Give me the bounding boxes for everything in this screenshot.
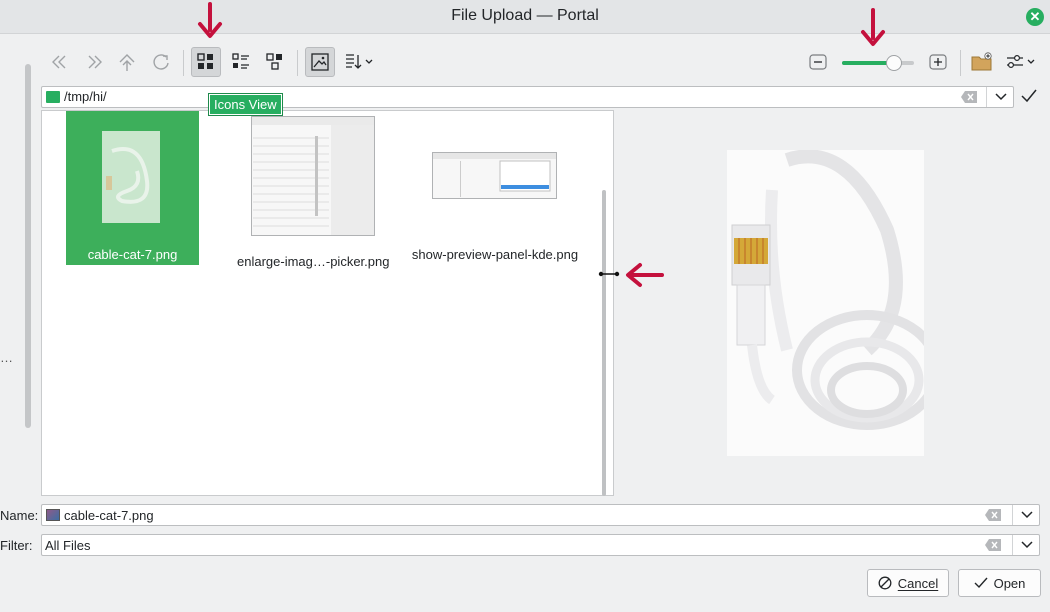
checkmark-icon [1021, 89, 1037, 103]
chevron-down-icon [1020, 541, 1033, 549]
window-title: File Upload — Portal [451, 7, 599, 24]
file-item[interactable]: show-preview-panel-kde.png [410, 111, 580, 271]
toolbar-separator [297, 50, 298, 76]
icons-view-tooltip: Icons View [208, 93, 283, 116]
resize-handle-icon[interactable] [598, 267, 620, 281]
zoom-in-icon [929, 54, 947, 70]
sort-icon [346, 54, 373, 69]
filter-select[interactable]: All Files [41, 534, 1040, 556]
cancel-button[interactable]: Cancel [867, 569, 949, 597]
confirm-location-button[interactable] [1016, 84, 1042, 108]
filter-dropdown[interactable] [1012, 535, 1040, 555]
location-history-dropdown[interactable] [986, 87, 1014, 107]
file-item[interactable]: cable-cat-7.png [66, 111, 199, 265]
annotation-arrow-down-icon [198, 2, 222, 38]
options-icon [1007, 54, 1035, 69]
file-name: enlarge-imag…-picker.png [237, 254, 390, 269]
title-bar: File Upload — Portal ✕ [0, 0, 1050, 34]
annotation-arrow-left-icon [626, 263, 664, 287]
image-file-icon [46, 509, 60, 521]
location-path: /tmp/hi/ [64, 89, 107, 104]
chevron-down-icon [1020, 511, 1033, 519]
detailed-view-icon [232, 53, 249, 69]
name-history-dropdown[interactable] [1012, 505, 1040, 525]
file-item[interactable]: enlarge-imag…-picker.png [237, 111, 390, 271]
back-button[interactable] [45, 47, 75, 77]
name-field[interactable]: cable-cat-7.png [41, 504, 1040, 526]
clear-location-icon[interactable] [960, 90, 978, 104]
clear-filter-icon[interactable] [984, 538, 1002, 552]
annotation-arrow-down-icon [861, 8, 885, 46]
icons-view-icon [197, 53, 213, 69]
chevron-down-icon [994, 93, 1007, 101]
file-thumbnail [432, 152, 557, 199]
back-icon [52, 55, 66, 69]
sidebar-ellipsis: … [0, 350, 13, 365]
file-name: show-preview-panel-kde.png [411, 247, 579, 262]
forward-button[interactable] [79, 47, 109, 77]
cancel-icon [878, 576, 892, 590]
clear-name-icon[interactable] [984, 508, 1002, 522]
open-button[interactable]: Open [958, 569, 1041, 597]
up-button[interactable] [112, 47, 142, 77]
detailed-view-button[interactable] [226, 47, 256, 77]
folder-icon [46, 91, 60, 103]
tree-view-icon [266, 53, 282, 70]
filter-label: Filter: [0, 538, 33, 553]
forward-icon [88, 55, 102, 69]
zoom-slider-handle[interactable] [885, 55, 902, 71]
checkmark-icon [974, 577, 988, 589]
file-thumbnail [102, 131, 160, 223]
file-thumbnail [251, 116, 375, 236]
icons-view-button[interactable] [191, 47, 221, 77]
zoom-in-button[interactable] [923, 47, 953, 77]
reload-icon [153, 54, 169, 70]
close-window-button[interactable]: ✕ [1026, 8, 1044, 26]
name-label: Name: [0, 508, 39, 523]
cancel-label: Cancel [897, 575, 939, 591]
sidebar-scrollbar[interactable] [25, 64, 31, 428]
zoom-out-icon [809, 54, 827, 70]
preview-splitter[interactable] [602, 190, 606, 496]
file-name: cable-cat-7.png [87, 247, 178, 262]
reload-button[interactable] [146, 47, 176, 77]
filter-value: All Files [45, 538, 91, 553]
toolbar-separator [183, 50, 184, 76]
tree-view-button[interactable] [260, 47, 290, 77]
toolbar-separator [960, 50, 961, 76]
preview-toggle-button[interactable] [305, 47, 335, 77]
location-bar[interactable]: /tmp/hi/ [41, 86, 1014, 108]
up-icon [119, 54, 135, 71]
zoom-out-button[interactable] [803, 47, 833, 77]
new-folder-icon [971, 52, 992, 71]
image-preview [727, 150, 924, 456]
open-label: Open [993, 575, 1026, 591]
file-view[interactable]: cable-cat-7.png enlarge-imag…-picker.png [41, 110, 614, 496]
options-menu-button[interactable] [1003, 47, 1039, 77]
sort-button[interactable] [342, 47, 376, 77]
preview-toggle-icon [311, 53, 329, 71]
new-folder-button[interactable] [967, 47, 997, 77]
name-value: cable-cat-7.png [64, 508, 154, 523]
